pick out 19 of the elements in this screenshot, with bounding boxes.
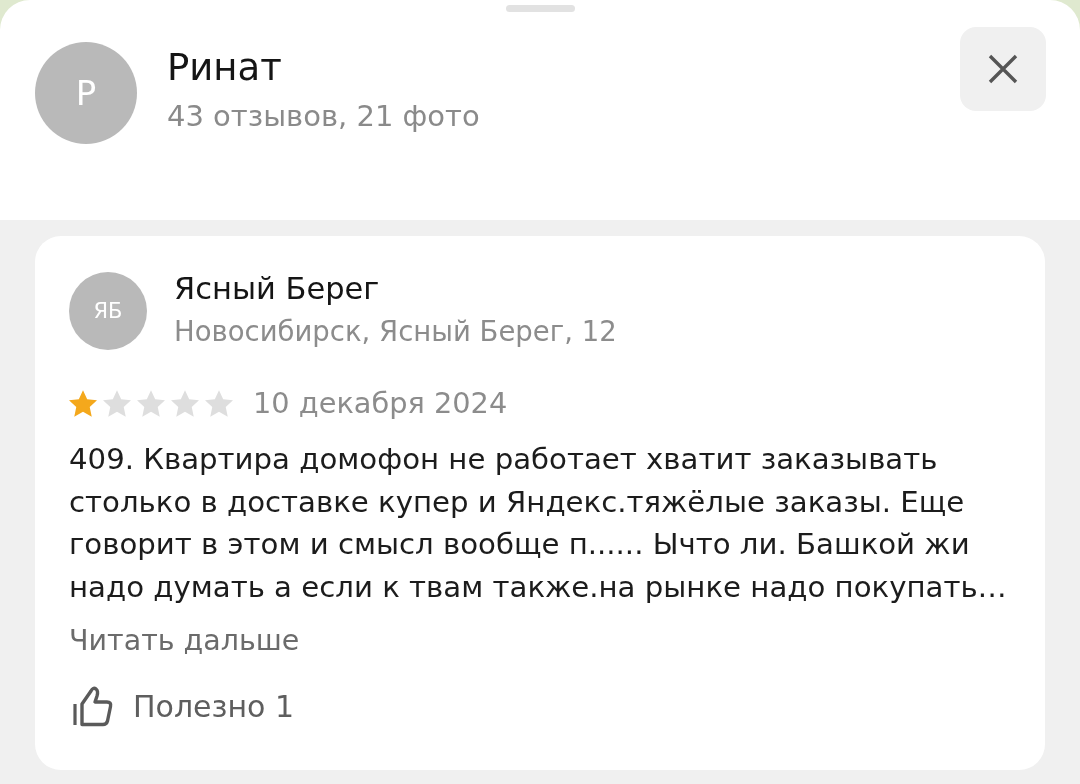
review-date: 10 декабря 2024 [253, 386, 508, 420]
drag-handle[interactable] [505, 5, 575, 12]
star-icon [103, 389, 131, 417]
place-name: Ясный Берег [174, 271, 381, 307]
star-icon [137, 389, 165, 417]
user-name: Ринат [167, 46, 283, 90]
useful-button[interactable]: Полезно 1 [69, 685, 295, 727]
user-stats: 43 отзывов, 21 фото [167, 98, 481, 134]
read-more-link[interactable]: Читать дальше [69, 624, 300, 658]
close-icon [988, 54, 1018, 84]
star-icon [171, 389, 199, 417]
close-button[interactable] [960, 27, 1046, 111]
review-text: 409. Квартира домофон не работает хватит заказывать столько в доставке купер и Яндекс.тяжёлые заказы. Еще говорит в этом и смысл вообще п...... Ычто ли. Башкой жи надо думать а если к твам также.на рынке надо покупать… [69, 441, 1008, 606]
place-address: Новосибирск, Ясный Берег, 12 [174, 315, 617, 347]
thumbs-up-icon [73, 685, 113, 727]
star-icon [205, 389, 233, 417]
star-icon [69, 389, 97, 417]
user-avatar: Р [35, 42, 137, 144]
place-avatar: ЯБ [69, 272, 147, 350]
